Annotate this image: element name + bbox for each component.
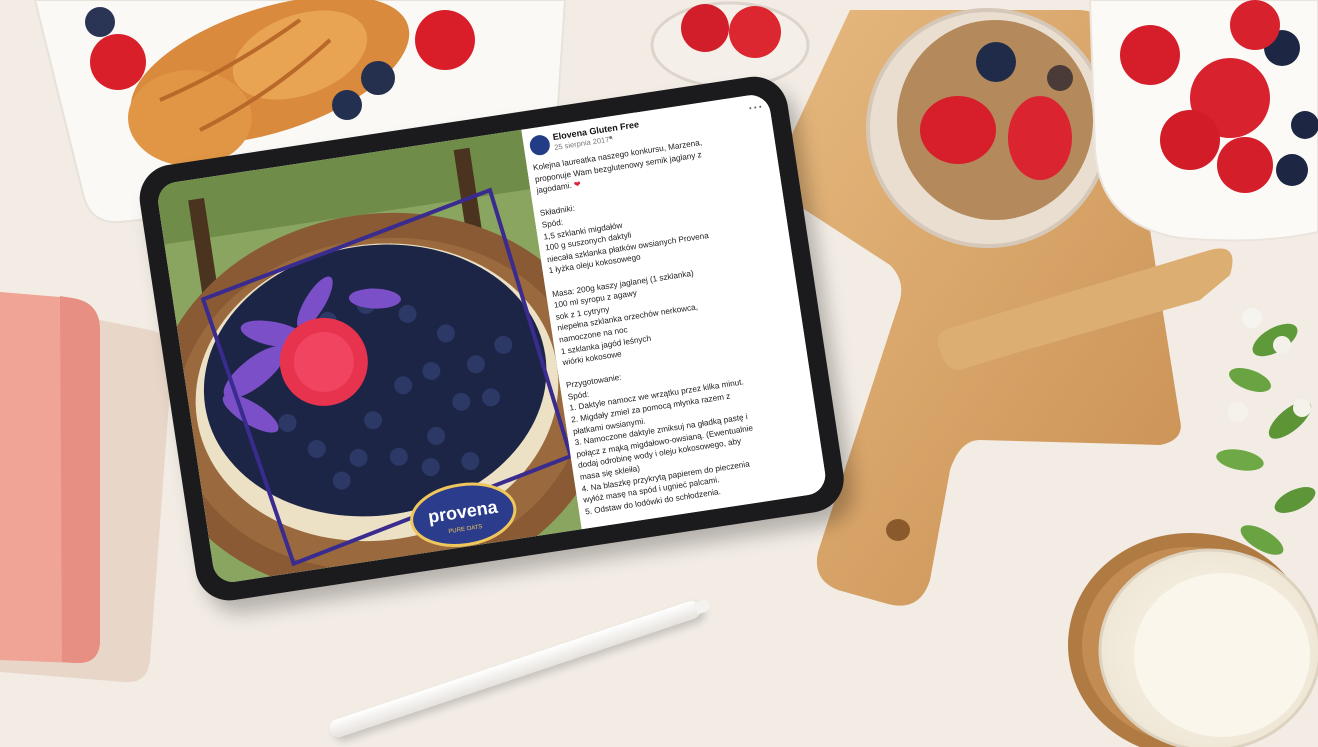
granola-jar [866, 8, 1110, 248]
strawberry-glass [650, 1, 810, 89]
heart-icon: ❤ [571, 179, 582, 191]
plant [1216, 308, 1316, 555]
post-photo[interactable]: provena PURE OATS [155, 129, 582, 585]
page-avatar[interactable] [528, 133, 552, 157]
strawberry-plate [1088, 0, 1318, 242]
globe-icon: ● [608, 134, 614, 142]
milk-glass [1068, 533, 1318, 747]
flat-lay-scene: provena PURE OATS Elovena Gluten Free 25… [0, 0, 1318, 747]
notebooks [0, 292, 173, 683]
more-options-icon[interactable]: ··· [748, 99, 765, 115]
cheesecake-photo: provena PURE OATS [155, 129, 582, 585]
